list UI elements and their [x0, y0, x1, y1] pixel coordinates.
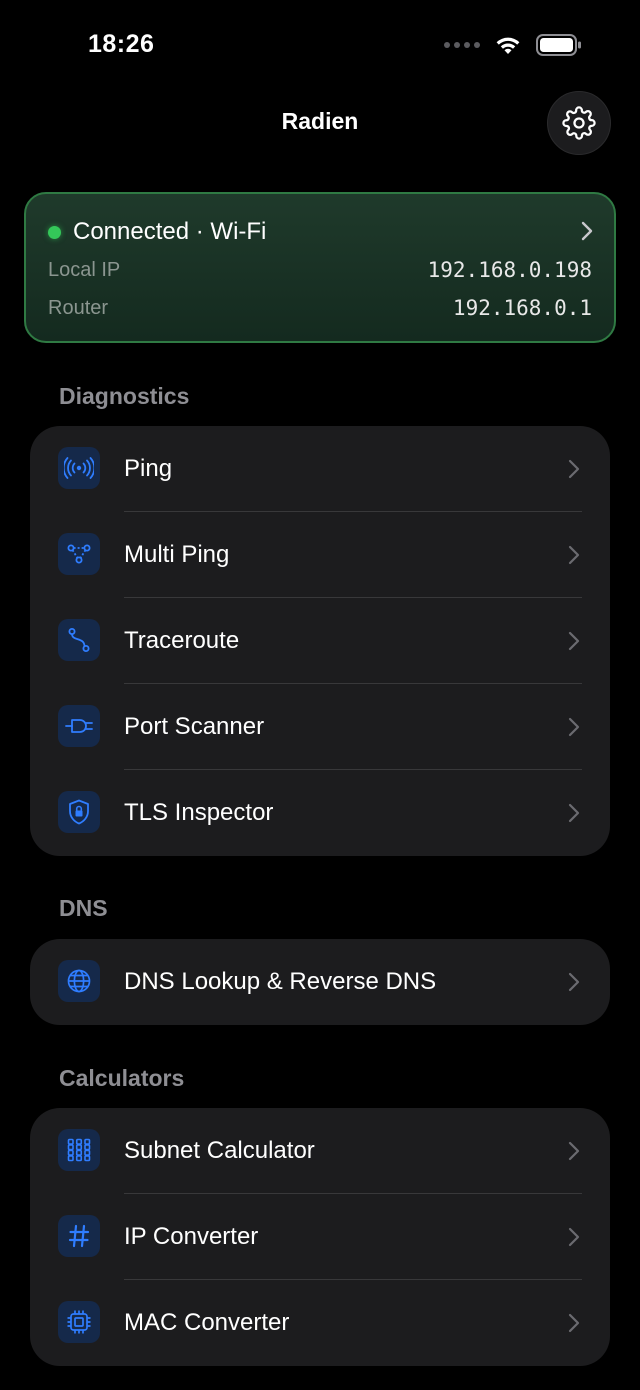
section-header-diagnostics: Diagnostics — [59, 383, 190, 409]
chevron-right-icon — [568, 972, 580, 992]
lock-shield-icon — [58, 791, 100, 833]
calculators-group: Subnet Calculator IP Converter MAC Conve… — [30, 1108, 610, 1366]
status-icons — [444, 34, 582, 56]
list-item-label: Ping — [124, 455, 173, 482]
chevron-right-icon — [568, 803, 580, 823]
chevron-right-icon — [568, 1141, 580, 1161]
chevron-right-icon — [568, 1227, 580, 1247]
plug-icon — [58, 705, 100, 747]
chevron-right-icon — [568, 545, 580, 565]
gear-icon — [562, 106, 596, 140]
router-label: Router — [48, 296, 109, 319]
dns-group: DNS Lookup & Reverse DNS — [30, 939, 610, 1025]
battery-icon — [536, 34, 581, 56]
local-ip-row: Local IP 192.168.0.198 — [48, 258, 592, 282]
diagnostics-group: Ping Multi Ping Traceroute Port Scanner … — [30, 426, 610, 856]
list-item-label: MAC Converter — [124, 1309, 290, 1336]
list-item-multi-ping[interactable]: Multi Ping — [30, 512, 610, 598]
list-item-traceroute[interactable]: Traceroute — [30, 598, 610, 684]
list-item-label: Traceroute — [124, 627, 240, 654]
section-header-calculators: Calculators — [59, 1065, 185, 1091]
chevron-right-icon — [581, 221, 593, 241]
list-item-ip-converter[interactable]: IP Converter — [30, 1194, 610, 1280]
status-time: 18:26 — [88, 30, 155, 58]
page-title: Radien — [281, 108, 359, 134]
connection-status: Connected · Wi-Fi — [48, 218, 266, 246]
connection-status-label: Connected · Wi-Fi — [73, 218, 267, 245]
list-item-tls-inspector[interactable]: TLS Inspector — [30, 770, 610, 856]
globe-icon — [58, 960, 100, 1002]
router-row: Router 192.168.0.1 — [48, 296, 592, 320]
cellular-signal-icon — [444, 42, 480, 48]
settings-button[interactable] — [547, 91, 611, 155]
route-icon — [58, 619, 100, 661]
chevron-right-icon — [568, 1313, 580, 1333]
router-value: 192.168.0.1 — [452, 296, 592, 320]
chevron-right-icon — [568, 631, 580, 651]
status-dot-icon — [48, 225, 61, 239]
wifi-icon — [496, 37, 520, 54]
antenna-icon — [58, 447, 100, 489]
network-nodes-icon — [58, 533, 100, 575]
list-item-subnet-calculator[interactable]: Subnet Calculator — [30, 1108, 610, 1194]
status-bar: 18:26 — [0, 0, 640, 96]
list-item-mac-converter[interactable]: MAC Converter — [30, 1280, 610, 1366]
list-item-label: IP Converter — [124, 1223, 259, 1250]
list-item-label: DNS Lookup & Reverse DNS — [124, 968, 437, 995]
chevron-right-icon — [568, 459, 580, 479]
list-item-label: TLS Inspector — [124, 799, 274, 826]
local-ip-value: 192.168.0.198 — [427, 258, 592, 282]
list-item-label: Subnet Calculator — [124, 1137, 315, 1164]
list-item-label: Multi Ping — [124, 541, 230, 568]
hash-icon — [58, 1215, 100, 1257]
chip-icon — [58, 1301, 100, 1343]
connection-card[interactable]: Connected · Wi-Fi Local IP 192.168.0.198… — [24, 192, 616, 343]
list-item-ping[interactable]: Ping — [30, 426, 610, 512]
grid-icon — [58, 1129, 100, 1171]
chevron-right-icon — [568, 717, 580, 737]
list-item-label: Port Scanner — [124, 713, 265, 740]
local-ip-label: Local IP — [48, 258, 121, 281]
list-item-dns-lookup[interactable]: DNS Lookup & Reverse DNS — [30, 939, 610, 1025]
section-header-dns: DNS — [59, 895, 108, 921]
list-item-port-scanner[interactable]: Port Scanner — [30, 684, 610, 770]
